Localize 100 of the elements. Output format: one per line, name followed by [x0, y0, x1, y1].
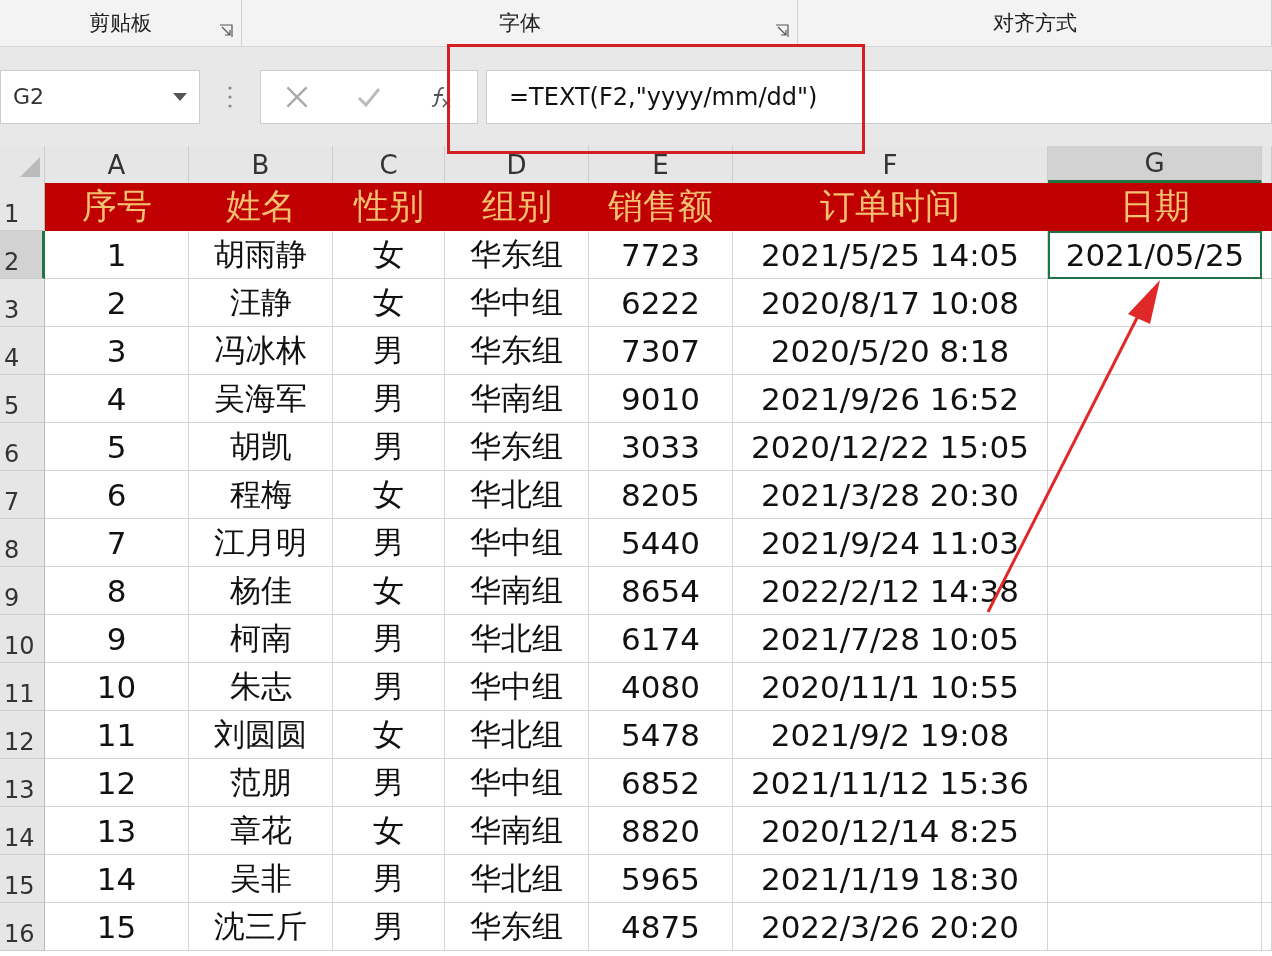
table-cell: 9010: [589, 375, 733, 423]
table-cell: 男: [333, 615, 445, 663]
cancel-icon[interactable]: [285, 84, 309, 109]
table-cell: 柯南: [189, 615, 333, 663]
empty-cell: [1262, 567, 1272, 615]
table-cell: 男: [333, 903, 445, 951]
dialog-launcher-icon[interactable]: [775, 24, 790, 38]
empty-cell: [1262, 375, 1272, 423]
table-cell: 8: [45, 567, 189, 615]
row-header[interactable]: 6: [0, 423, 45, 471]
column-header[interactable]: A: [45, 146, 189, 183]
empty-cell: [1262, 279, 1272, 327]
table-cell: 冯冰林: [189, 327, 333, 375]
table-cell: 2021/5/25 14:05: [733, 231, 1048, 279]
table-cell: 5965: [589, 855, 733, 903]
table-cell: 11: [45, 711, 189, 759]
row-header[interactable]: 4: [0, 327, 45, 375]
table-cell: 华北组: [445, 471, 589, 519]
table-cell: 女: [333, 231, 445, 279]
table-cell: 2021/9/24 11:03: [733, 519, 1048, 567]
empty-cell: [1262, 615, 1272, 663]
table-cell: 2021/9/2 19:08: [733, 711, 1048, 759]
more-options-icon[interactable]: [228, 85, 232, 108]
row-header[interactable]: 16: [0, 903, 45, 951]
empty-cell: [1262, 903, 1272, 951]
table-cell: 刘圆圆: [189, 711, 333, 759]
table-cell: 华北组: [445, 855, 589, 903]
table-cell: 2: [45, 279, 189, 327]
table-cell: 15: [45, 903, 189, 951]
table-cell: 华中组: [445, 759, 589, 807]
row-header[interactable]: 12: [0, 711, 45, 759]
table-cell: 2021/05/25: [1048, 231, 1262, 279]
header-cell: 日期: [1048, 183, 1262, 231]
ribbon-group-label: 剪贴板: [89, 10, 153, 37]
empty-cell: [1262, 519, 1272, 567]
column-header[interactable]: B: [189, 146, 333, 183]
table-cell: 华南组: [445, 375, 589, 423]
table-cell: 2021/3/28 20:30: [733, 471, 1048, 519]
table-cell: 华东组: [445, 903, 589, 951]
empty-cell: [1262, 807, 1272, 855]
empty-cell: [1262, 327, 1272, 375]
table-cell: 杨佳: [189, 567, 333, 615]
table-cell: 男: [333, 375, 445, 423]
table-cell: 男: [333, 663, 445, 711]
table-cell: 4080: [589, 663, 733, 711]
column-header[interactable]: E: [589, 146, 733, 183]
table-cell: 程梅: [189, 471, 333, 519]
table-cell: 2021/1/19 18:30: [733, 855, 1048, 903]
row-header[interactable]: 3: [0, 279, 45, 327]
empty-cell: [1262, 759, 1272, 807]
table-cell: 章花: [189, 807, 333, 855]
column-header[interactable]: C: [333, 146, 445, 183]
row-header[interactable]: 13: [0, 759, 45, 807]
table-cell: 女: [333, 807, 445, 855]
empty-cell: [1262, 471, 1272, 519]
table-cell: 华中组: [445, 663, 589, 711]
row-header[interactable]: 10: [0, 615, 45, 663]
table-cell: 吴海军: [189, 375, 333, 423]
table-cell: 朱志: [189, 663, 333, 711]
table-cell: 2020/8/17 10:08: [733, 279, 1048, 327]
table-cell: 沈三斤: [189, 903, 333, 951]
table-cell: 男: [333, 423, 445, 471]
table-cell: 7307: [589, 327, 733, 375]
row-header[interactable]: 15: [0, 855, 45, 903]
table-cell: 8205: [589, 471, 733, 519]
table-cell: 4875: [589, 903, 733, 951]
name-box[interactable]: G2: [0, 69, 200, 124]
insert-function-icon[interactable]: [429, 84, 453, 109]
table-cell: 6852: [589, 759, 733, 807]
table-cell: 女: [333, 711, 445, 759]
table-cell: 华南组: [445, 567, 589, 615]
table-cell: 8654: [589, 567, 733, 615]
table-cell: 2021/9/26 16:52: [733, 375, 1048, 423]
row-header[interactable]: 11: [0, 663, 45, 711]
table-cell: 胡雨静: [189, 231, 333, 279]
header-cell: 序号: [45, 183, 189, 231]
dialog-launcher-icon[interactable]: [219, 24, 234, 38]
table-cell: 12: [45, 759, 189, 807]
table-cell: 2020/11/1 10:55: [733, 663, 1048, 711]
table-cell: 2020/12/14 8:25: [733, 807, 1048, 855]
row-header[interactable]: 9: [0, 567, 45, 615]
header-cell: 销售额: [589, 183, 733, 231]
select-all-icon[interactable]: [20, 157, 40, 177]
row-header[interactable]: 2: [0, 231, 45, 279]
table-cell: 2022/3/26 20:20: [733, 903, 1048, 951]
row-header[interactable]: 8: [0, 519, 45, 567]
table-cell: 10: [45, 663, 189, 711]
column-header[interactable]: D: [445, 146, 589, 183]
row-header[interactable]: 1: [0, 183, 45, 231]
row-header[interactable]: 7: [0, 471, 45, 519]
formula-field[interactable]: =TEXT(F2,"yyyy/mm/dd"): [486, 69, 1272, 124]
column-header[interactable]: G: [1048, 146, 1262, 183]
table-cell: 1: [45, 231, 189, 279]
row-header[interactable]: 14: [0, 807, 45, 855]
table-cell: 5: [45, 423, 189, 471]
row-header[interactable]: 5: [0, 375, 45, 423]
column-header[interactable]: F: [733, 146, 1048, 183]
empty-cell: [1262, 423, 1272, 471]
header-cell: 姓名: [189, 183, 333, 231]
table-cell: 2020/5/20 8:18: [733, 327, 1048, 375]
